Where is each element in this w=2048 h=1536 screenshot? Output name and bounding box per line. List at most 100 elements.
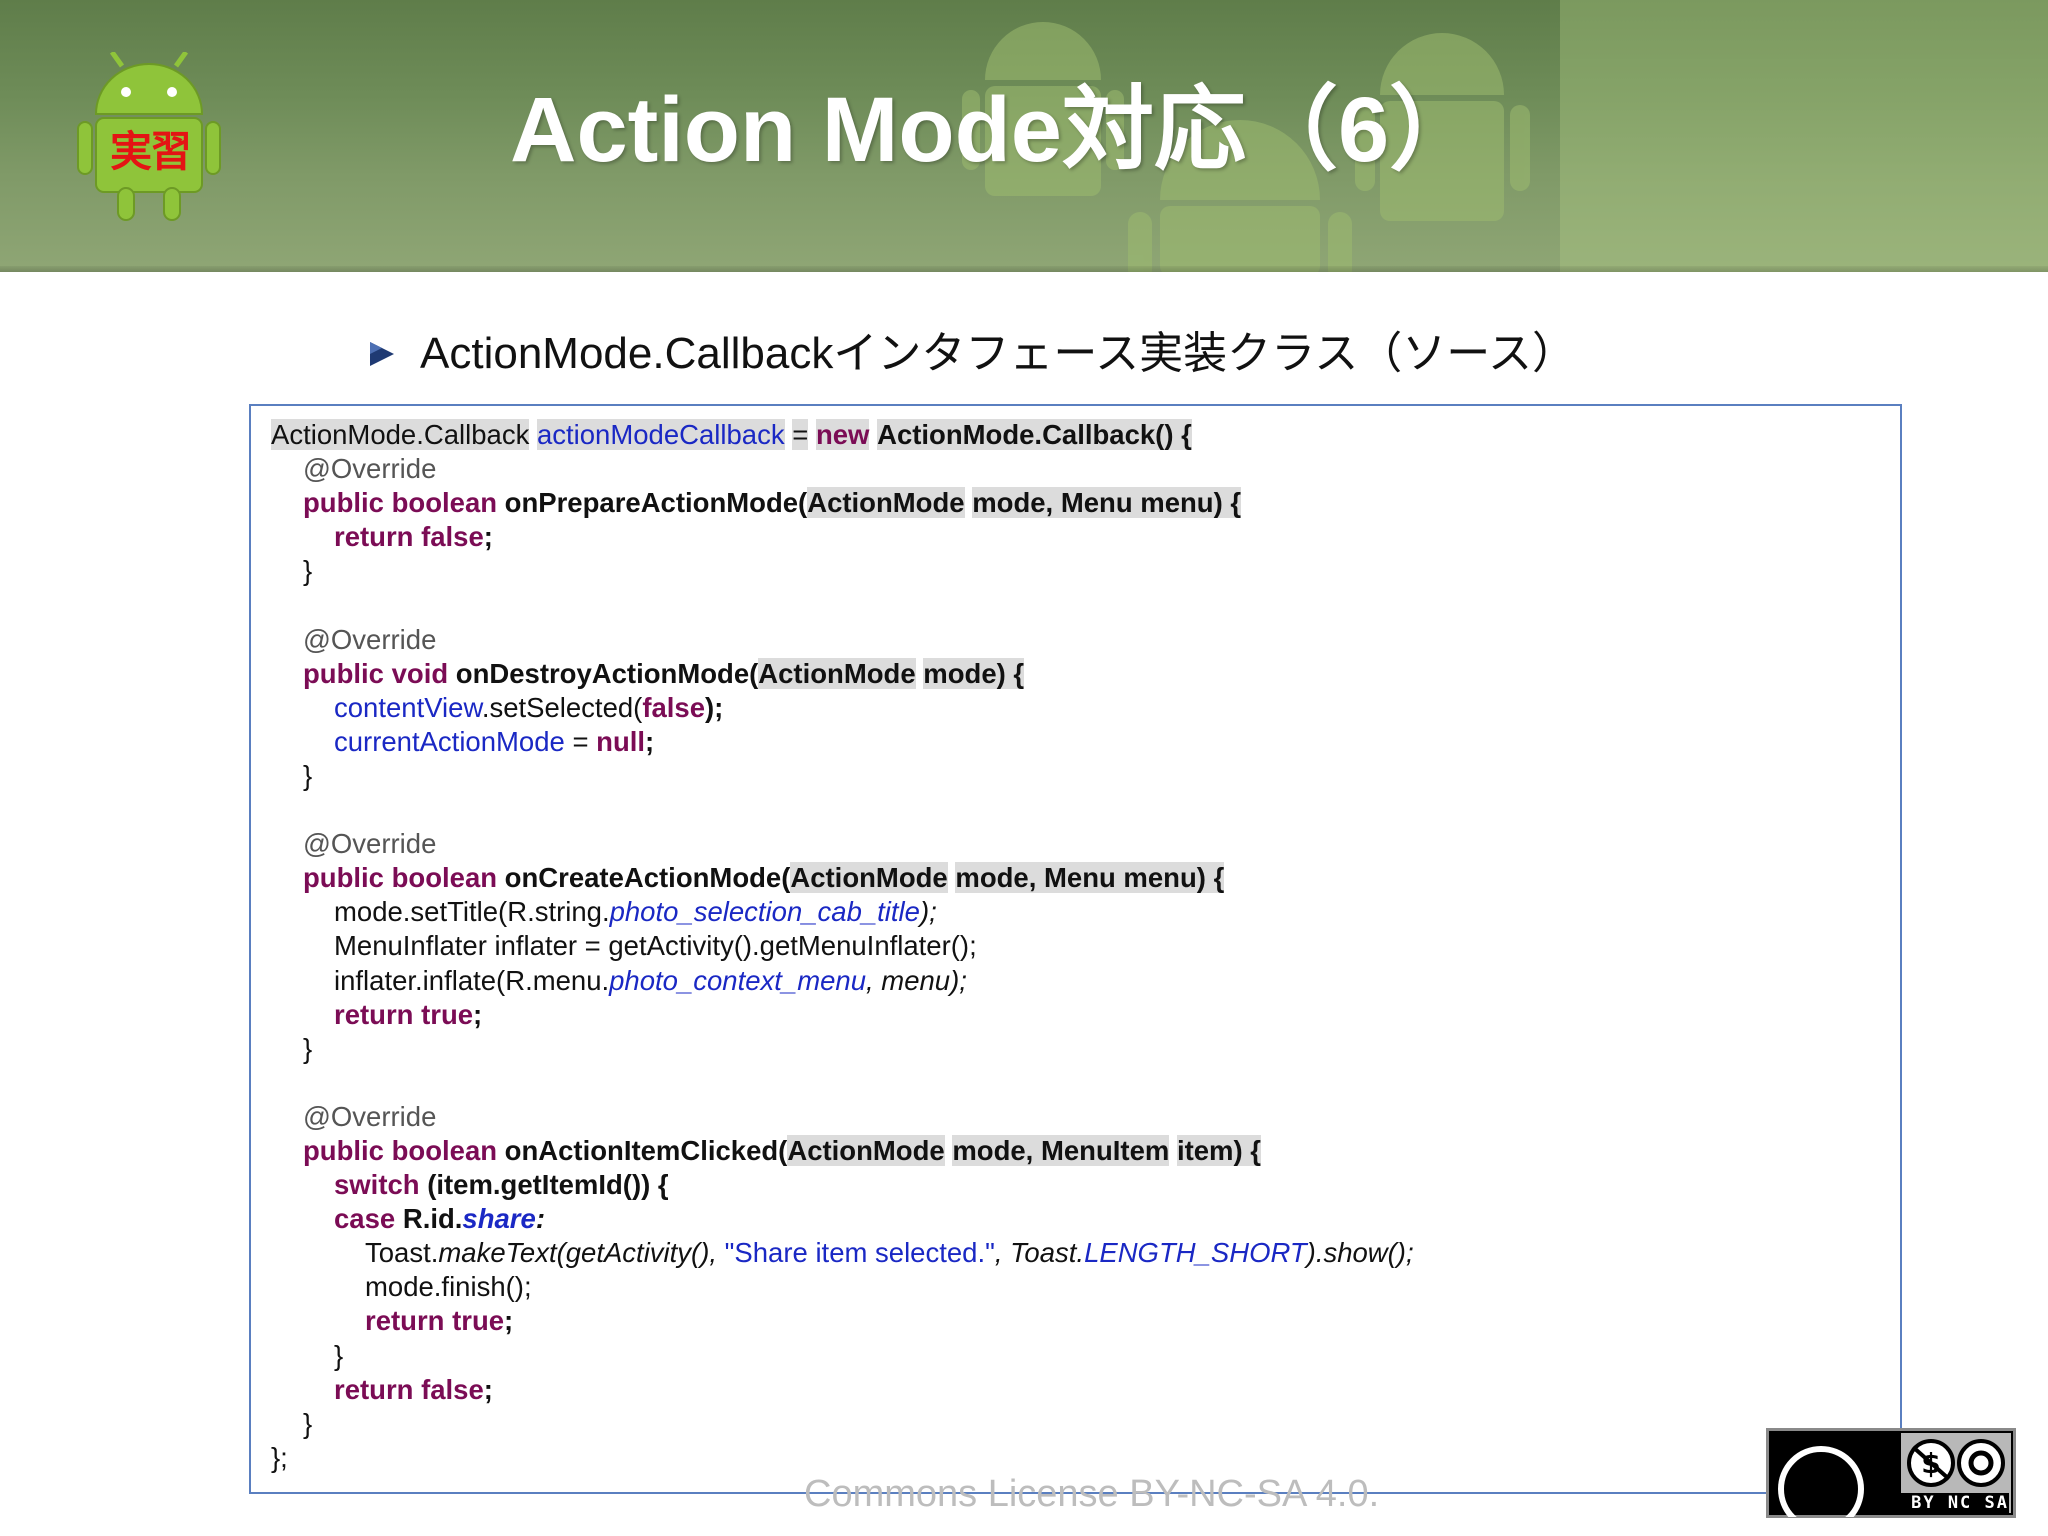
code-token: ).show(); (1306, 1237, 1414, 1269)
code-token: "Share item selected." (724, 1237, 995, 1269)
code-token: ; (504, 1305, 514, 1337)
cc-license-badge[interactable]: $ BY NC SA (1766, 1428, 2016, 1518)
triangle-bullet-icon (370, 342, 394, 366)
creative-commons-icon (1778, 1446, 1864, 1517)
code-token: ); (705, 691, 724, 723)
code-line: contentView.setSelected(false); (271, 691, 1414, 725)
code-token: actionModeCallback (536, 419, 785, 450)
code-line: ActionMode.Callback actionModeCallback =… (271, 418, 1414, 452)
code-line: Toast.makeText(getActivity(), "Share ite… (271, 1236, 1414, 1270)
non-commercial-icon: $ (1907, 1439, 2005, 1487)
code-token: ActionMode (787, 1134, 945, 1166)
code-token: ActionMode.Callback (271, 419, 530, 450)
code-token: return false (334, 521, 484, 553)
code-token: Toast. (365, 1237, 439, 1269)
code-line: mode.finish(); (365, 1271, 532, 1303)
code-line: } (303, 1032, 313, 1064)
code-token: public boolean (303, 862, 498, 894)
code-token: ; (483, 521, 493, 553)
code-token: LENGTH_SHORT (1084, 1237, 1307, 1269)
code-line: switch (item.getItemId()) { (271, 1168, 1414, 1202)
code-token: ActionMode (807, 487, 965, 519)
code-token: , menu); (866, 964, 967, 996)
code-line: return false; (271, 520, 1414, 554)
code-line: MenuInflater inflater = getActivity().ge… (334, 930, 977, 962)
cc-badge-label: BY NC SA (1889, 1493, 2009, 1513)
bullet-text: ActionMode.Callbackインタフェース実装クラス（ソース） (420, 329, 1577, 378)
code-line: @Override (303, 623, 437, 655)
code-line: return false; (271, 1373, 1414, 1407)
code-token: new (815, 419, 870, 450)
code-line: @Override (303, 1100, 437, 1132)
code-token: ; (473, 998, 483, 1030)
code-token: currentActionMode (334, 725, 565, 757)
code-line: public void onDestroyActionMode(ActionMo… (271, 657, 1414, 691)
code-token: return true (365, 1305, 505, 1337)
code-line: } (334, 1339, 344, 1371)
code-line: } (303, 555, 313, 587)
code-line: } (303, 759, 313, 791)
code-token: photo_selection_cab_title (609, 896, 920, 928)
code-token: public boolean (303, 1134, 498, 1166)
code-line: case R.id.share: (271, 1202, 1414, 1236)
code-line: @Override (303, 453, 437, 485)
code-token: return false (334, 1373, 484, 1405)
code-token: public void (303, 657, 449, 689)
code-token: mode) { (923, 657, 1025, 689)
code-block: ActionMode.Callback actionModeCallback =… (249, 404, 1902, 1494)
code-token: mode, MenuItem (952, 1134, 1170, 1166)
code-token: switch (334, 1169, 420, 1201)
code-token: mode.setTitle(R.string. (334, 896, 610, 928)
code-token: inflater.inflate(R.menu. (334, 964, 610, 996)
code-token: false (642, 691, 706, 723)
code-token: onPrepareActionMode( (504, 487, 808, 519)
code-token: contentView (334, 691, 482, 723)
page-title: Action Mode対応（6） (510, 79, 1482, 181)
code-token: photo_context_menu (609, 964, 866, 996)
code-token: ; (483, 1373, 493, 1405)
code-line: public boolean onCreateActionMode(Action… (271, 861, 1414, 895)
code-token: mode, Menu menu) { (955, 862, 1225, 894)
code-token: ); (919, 896, 937, 928)
code-line: return true; (271, 998, 1414, 1032)
code-line: mode.setTitle(R.string.photo_selection_c… (271, 895, 1414, 929)
code-token: ; (645, 725, 655, 757)
code-token: null (596, 725, 646, 757)
bullet-item: ActionMode.Callbackインタフェース実装クラス（ソース） (368, 324, 1576, 384)
code-line: return true; (271, 1304, 1414, 1338)
code-token: onActionItemClicked( (504, 1134, 788, 1166)
code-line: } (303, 1407, 313, 1439)
code-token: return true (334, 998, 474, 1030)
code-token: item) { (1176, 1134, 1261, 1166)
code-token: ActionMode (758, 657, 916, 689)
code-token: , Toast. (994, 1237, 1085, 1269)
code-token: share (462, 1203, 536, 1235)
slide-header: 実習 Action Mode対応（6） (0, 0, 2048, 272)
code-line: currentActionMode = null; (271, 725, 1414, 759)
code-token: R.id. (395, 1203, 463, 1235)
code-token: onCreateActionMode( (504, 862, 791, 894)
code-line: }; (271, 1441, 288, 1473)
code-token: makeText(getActivity(), (438, 1237, 725, 1269)
code-token: case (334, 1203, 396, 1235)
license-footer-text: Commons License BY-NC-SA 4.0. (804, 1473, 1380, 1515)
code-token: .setSelected( (481, 691, 643, 723)
code-line: @Override (303, 828, 437, 860)
code-token: = (792, 419, 809, 450)
code-token: onDestroyActionMode( (455, 657, 759, 689)
code-token: ActionMode (790, 862, 948, 894)
code-token: (item.getItemId()) { (419, 1169, 669, 1201)
logo-label: 実習 (109, 127, 192, 176)
code-line: public boolean onActionItemClicked(Actio… (271, 1134, 1414, 1168)
code-token: = (564, 725, 597, 757)
code-line: inflater.inflate(R.menu.photo_context_me… (271, 964, 1414, 998)
code-line: public boolean onPrepareActionMode(Actio… (271, 486, 1414, 520)
code-token: public boolean (303, 487, 498, 519)
code-token: mode, Menu menu) { (972, 487, 1242, 519)
code-token: ActionMode.Callback() { (877, 419, 1192, 450)
code-token: : (535, 1203, 545, 1235)
code-listing: ActionMode.Callback actionModeCallback =… (271, 418, 1414, 1475)
